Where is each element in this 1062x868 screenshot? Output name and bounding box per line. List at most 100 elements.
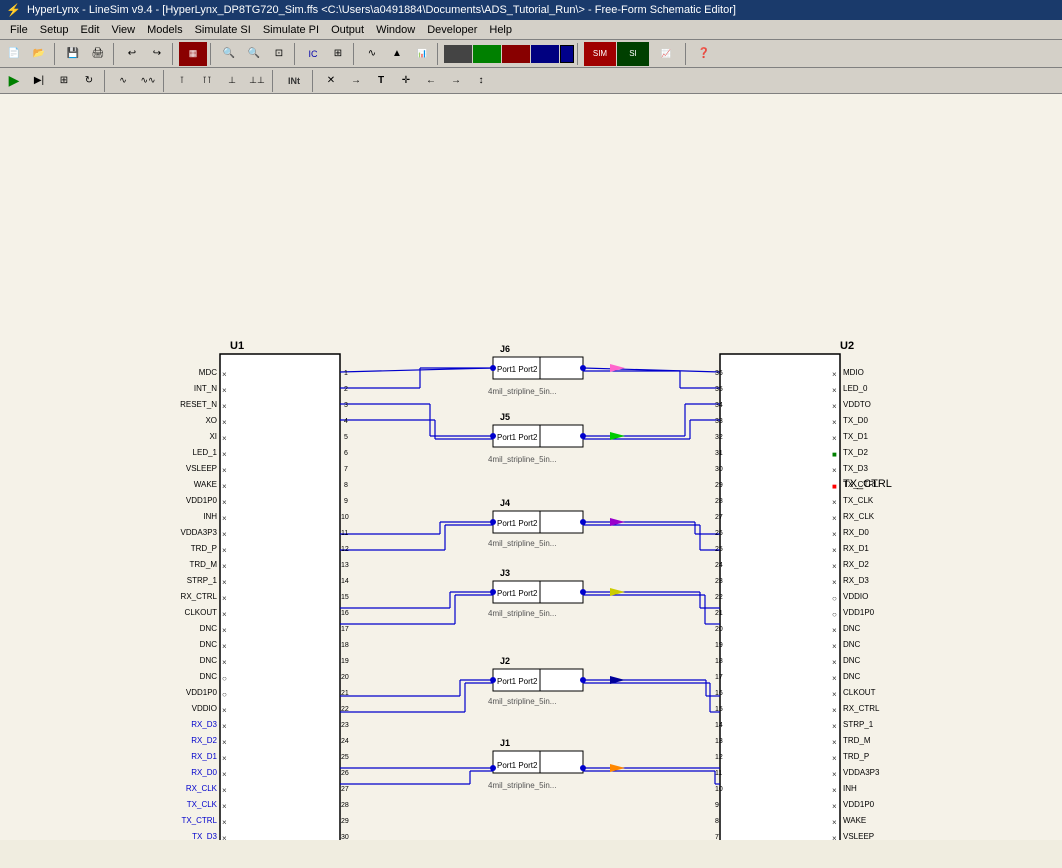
tb-loop[interactable]: ↻ <box>77 69 101 93</box>
menu-simulate-si[interactable]: Simulate SI <box>189 23 257 37</box>
tb-zoom-out[interactable]: 🔍 <box>242 42 266 66</box>
tb-grid[interactable]: ▦ <box>179 42 207 66</box>
tb-measure4[interactable]: ⊥⊥ <box>245 69 269 93</box>
menu-output[interactable]: Output <box>325 23 370 37</box>
svg-text:33: 33 <box>715 418 723 425</box>
svg-text:31: 31 <box>715 450 723 457</box>
svg-text:TX_D3: TX_D3 <box>192 832 217 840</box>
svg-text:14: 14 <box>341 578 349 585</box>
svg-text:MDC: MDC <box>199 368 217 377</box>
svg-text:XO: XO <box>205 416 217 425</box>
svg-text:4mil_stripline_5in...: 4mil_stripline_5in... <box>488 455 556 464</box>
tb-ic[interactable]: IC <box>301 42 325 66</box>
svg-text:4mil_stripline_5in...: 4mil_stripline_5in... <box>488 609 556 618</box>
svg-text:×: × <box>222 722 227 731</box>
tb-sim3[interactable]: 📈 <box>650 42 682 66</box>
tb-t[interactable]: T <box>369 69 393 93</box>
svg-text:×: × <box>832 770 837 779</box>
tb-c2[interactable] <box>473 45 501 63</box>
svg-text:TX_D2: TX_D2 <box>843 448 868 457</box>
svg-text:11: 11 <box>341 530 348 537</box>
toolbar1: 📄 📂 💾 🖨 ↩ ↪ ▦ 🔍 🔍 ⊡ IC ⊞ ∿ ▲ 📊 SIM SI 📈 … <box>0 40 1062 68</box>
tb-waveform2[interactable]: ∿∿ <box>136 69 160 93</box>
tb-waveform1[interactable]: ∿ <box>111 69 135 93</box>
svg-text:INH: INH <box>843 784 857 793</box>
svg-text:VSLEEP: VSLEEP <box>843 832 874 840</box>
menu-setup[interactable]: Setup <box>34 23 75 37</box>
svg-text:20: 20 <box>715 626 723 633</box>
svg-text:J6: J6 <box>500 344 510 354</box>
svg-text:×: × <box>222 770 227 779</box>
tb-sim1[interactable]: SIM <box>584 42 616 66</box>
tb-measure3[interactable]: ⊥ <box>220 69 244 93</box>
svg-text:STRP_1: STRP_1 <box>187 576 218 585</box>
tb-save[interactable]: 💾 <box>61 42 85 66</box>
tb-step2[interactable]: ⊞ <box>52 69 76 93</box>
svg-text:19: 19 <box>341 658 349 665</box>
tb-redo[interactable]: ↪ <box>145 42 169 66</box>
tb-print[interactable]: 🖨 <box>86 42 110 66</box>
svg-text:36: 36 <box>715 370 723 377</box>
menu-developer[interactable]: Developer <box>421 23 483 37</box>
svg-text:×: × <box>832 690 837 699</box>
svg-text:28: 28 <box>341 802 349 809</box>
svg-text:15: 15 <box>715 706 723 713</box>
tb-back[interactable]: ← <box>419 69 443 93</box>
svg-text:TRD_P: TRD_P <box>191 544 217 553</box>
tb-cross[interactable]: ✕ <box>319 69 343 93</box>
tb-connector[interactable]: ⊞ <box>326 42 350 66</box>
menu-window[interactable]: Window <box>370 23 421 37</box>
svg-text:16: 16 <box>715 690 723 697</box>
svg-text:4mil_stripline_5in...: 4mil_stripline_5in... <box>488 697 556 706</box>
tb-c5[interactable] <box>560 45 574 63</box>
svg-text:Port1 Port2: Port1 Port2 <box>497 519 538 528</box>
tb-sim2[interactable]: SI <box>617 42 649 66</box>
menu-file[interactable]: File <box>4 23 34 37</box>
tb-zoom-in[interactable]: 🔍 <box>217 42 241 66</box>
tb-scroll[interactable]: ↕ <box>469 69 493 93</box>
svg-text:8: 8 <box>715 818 719 825</box>
tb-scope[interactable]: 📊 <box>410 42 434 66</box>
menu-edit[interactable]: Edit <box>74 23 105 37</box>
tb-help[interactable]: ❓ <box>692 42 716 66</box>
svg-text:×: × <box>222 386 227 395</box>
tb-c4[interactable] <box>531 45 559 63</box>
menu-help[interactable]: Help <box>483 23 518 37</box>
tb-run[interactable]: ▶ <box>2 69 26 93</box>
svg-text:18: 18 <box>715 658 723 665</box>
svg-text:CLKOUT: CLKOUT <box>843 688 876 697</box>
tb-int[interactable]: INt <box>279 69 309 93</box>
svg-text:×: × <box>832 738 837 747</box>
tb-step[interactable]: ▶| <box>27 69 51 93</box>
tb-new[interactable]: 📄 <box>2 42 26 66</box>
tb-open[interactable]: 📂 <box>27 42 51 66</box>
menu-simulate-pi[interactable]: Simulate PI <box>257 23 325 37</box>
svg-text:27: 27 <box>341 786 349 793</box>
menu-models[interactable]: Models <box>141 23 188 37</box>
svg-text:RX_D0: RX_D0 <box>843 528 869 537</box>
tb-probe[interactable]: ▲ <box>385 42 409 66</box>
tb-move[interactable]: ✛ <box>394 69 418 93</box>
menu-view[interactable]: View <box>105 23 141 37</box>
svg-text:TX_CTRL: TX_CTRL <box>843 478 892 490</box>
tb-c3[interactable] <box>502 45 530 63</box>
svg-text:12: 12 <box>341 546 349 553</box>
svg-text:22: 22 <box>341 706 349 713</box>
svg-text:×: × <box>832 434 837 443</box>
tb-fwd[interactable]: → <box>444 69 468 93</box>
svg-text:Port1 Port2: Port1 Port2 <box>497 365 538 374</box>
svg-text:×: × <box>222 418 227 427</box>
tb-undo[interactable]: ↩ <box>120 42 144 66</box>
svg-text:×: × <box>222 658 227 667</box>
tb-measure2[interactable]: ⊺⊺ <box>195 69 219 93</box>
tb-arrow[interactable]: → <box>344 69 368 93</box>
tb-measure1[interactable]: ⊺ <box>170 69 194 93</box>
schematic-canvas[interactable]: 1 2 3 4 5 6 7 8 9 10 11 12 13 14 15 16 1… <box>0 94 1062 840</box>
svg-text:CLKOUT: CLKOUT <box>185 608 218 617</box>
svg-text:■: ■ <box>832 450 837 459</box>
menubar: File Setup Edit View Models Simulate SI … <box>0 20 1062 40</box>
svg-text:RX_D1: RX_D1 <box>843 544 869 553</box>
tb-wire[interactable]: ∿ <box>360 42 384 66</box>
tb-zoom-fit[interactable]: ⊡ <box>267 42 291 66</box>
tb-c1[interactable] <box>444 45 472 63</box>
